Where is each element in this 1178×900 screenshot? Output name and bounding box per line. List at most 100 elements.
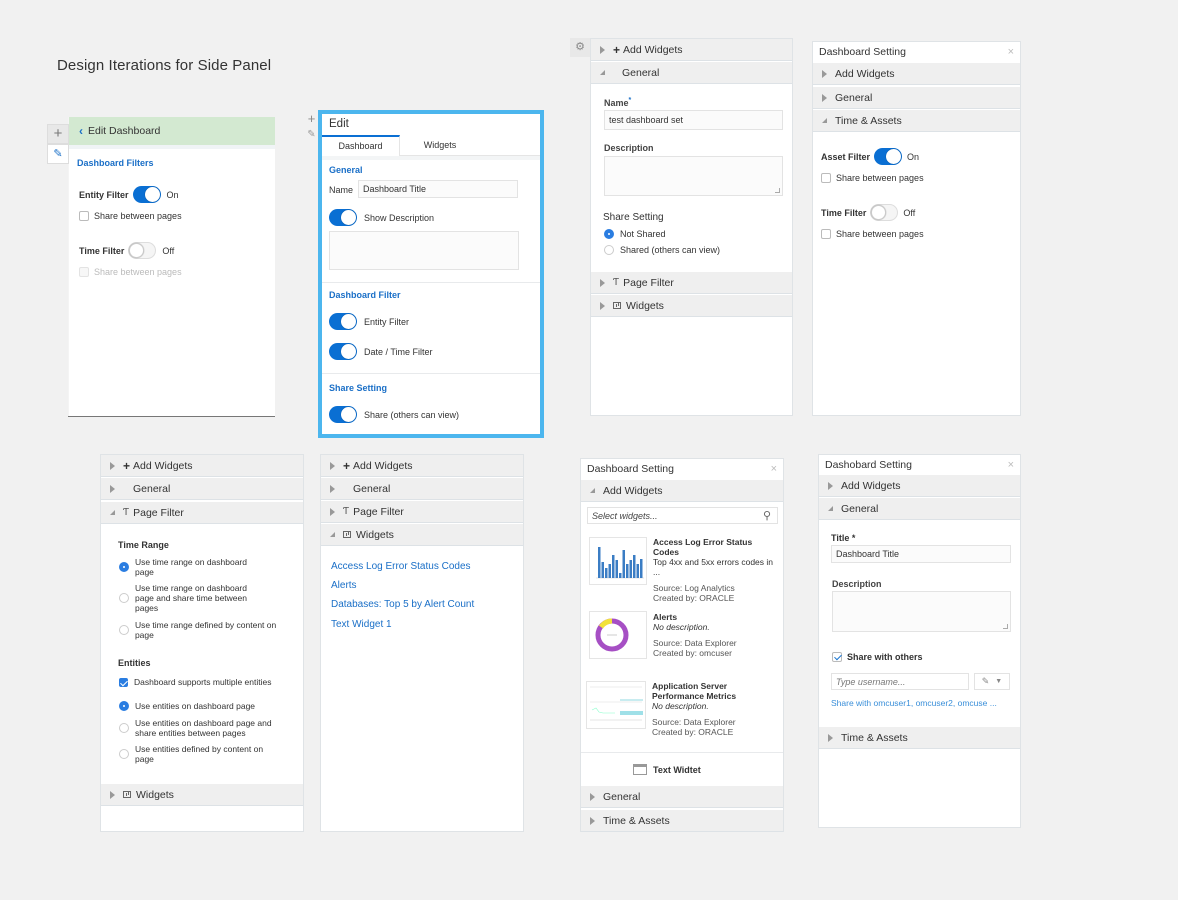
- widget-card[interactable]: Access Log Error Status Codes Top 4xx an…: [653, 537, 779, 603]
- radio-not-shared[interactable]: Not Shared: [604, 229, 666, 239]
- radio-label: Use time range on dashboard page: [135, 557, 247, 577]
- time-option-1[interactable]: Use time range on dashboard page: [119, 557, 279, 577]
- date-filter-toggle[interactable]: [329, 343, 357, 360]
- radio-button[interactable]: [604, 229, 614, 239]
- accordion-general[interactable]: General: [591, 62, 792, 84]
- tab-widgets[interactable]: Widgets: [400, 135, 480, 156]
- name-input[interactable]: test dashboard set: [604, 110, 783, 130]
- accordion-add-widgets[interactable]: + Add Widgets: [321, 455, 523, 477]
- close-icon[interactable]: ×: [1008, 46, 1014, 58]
- accordion-general[interactable]: General: [819, 498, 1020, 520]
- accordion-add-widgets[interactable]: Add Widgets: [813, 63, 1020, 85]
- accordion-page-filter[interactable]: Ƭ Page Filter: [101, 502, 303, 524]
- accordion-add-widgets[interactable]: + Add Widgets: [591, 39, 792, 61]
- time-filter-toggle[interactable]: [870, 204, 899, 221]
- time-share-checkbox[interactable]: [79, 267, 89, 277]
- tab-dashboard[interactable]: Dashboard: [322, 135, 400, 156]
- accordion-add-widgets[interactable]: Add Widgets: [581, 480, 783, 502]
- widget-thumbnail-donut[interactable]: [589, 611, 647, 659]
- multi-entities-checkbox[interactable]: [119, 677, 128, 687]
- widget-link[interactable]: Text Widget 1: [331, 619, 392, 630]
- time-filter-toggle[interactable]: [128, 242, 157, 259]
- entity-option-1[interactable]: Use entities on dashboard page: [119, 701, 289, 711]
- rail-edit-button[interactable]: ✎: [47, 144, 69, 164]
- multi-entities-row[interactable]: Dashboard supports multiple entities: [119, 677, 272, 687]
- time-option-3[interactable]: Use time range defined by content on pag…: [119, 620, 279, 640]
- entity-option-2[interactable]: Use entities on dashboard page and share…: [119, 718, 289, 738]
- permission-dropdown[interactable]: ✎ ▼: [974, 673, 1010, 690]
- entity-option-3[interactable]: Use entities defined by content on page: [119, 744, 289, 764]
- plus-icon: +: [613, 42, 621, 57]
- rail-add-button[interactable]: +: [47, 124, 69, 144]
- widget-description: No description.: [653, 622, 710, 632]
- radio-button[interactable]: [119, 625, 129, 635]
- entity-share-checkbox[interactable]: [79, 211, 89, 221]
- accordion-time-assets[interactable]: Time & Assets: [819, 727, 1020, 749]
- radio-button[interactable]: [604, 245, 614, 255]
- accordion-widgets[interactable]: Widgets: [591, 295, 792, 317]
- entity-filter-toggle[interactable]: [132, 186, 161, 203]
- asset-share-checkbox[interactable]: [821, 173, 831, 183]
- accordion-label: General: [622, 66, 660, 79]
- widget-link[interactable]: Databases: Top 5 by Alert Count: [331, 599, 474, 610]
- accordion-general[interactable]: General: [813, 87, 1020, 109]
- description-textarea[interactable]: [329, 231, 519, 270]
- widget-card[interactable]: Application Server Performance Metrics N…: [652, 681, 778, 737]
- widget-link[interactable]: Alerts: [331, 580, 357, 591]
- accordion-page-filter[interactable]: Ƭ Page Filter: [591, 272, 792, 294]
- close-icon[interactable]: ×: [1008, 459, 1014, 471]
- close-icon[interactable]: ×: [771, 463, 777, 475]
- share-with-others-row[interactable]: Share with others: [832, 652, 923, 662]
- description-textarea[interactable]: [832, 591, 1011, 632]
- accordion-time-assets[interactable]: Time & Assets: [581, 810, 783, 832]
- rail-edit-button[interactable]: ✎: [305, 128, 318, 142]
- accordion-add-widgets[interactable]: + Add Widgets: [101, 455, 303, 477]
- title-input[interactable]: Dashboard Title: [831, 545, 1011, 563]
- accordion-widgets[interactable]: Widgets: [321, 524, 523, 546]
- radio-button[interactable]: [119, 723, 129, 733]
- expand-arrow-icon: [590, 792, 595, 801]
- expand-arrow-icon: [822, 93, 827, 102]
- widget-search-input[interactable]: Select widgets... ⚲: [587, 507, 778, 524]
- asset-filter-toggle[interactable]: [874, 148, 903, 165]
- collapse-arrow-icon: [828, 506, 833, 511]
- accordion-general[interactable]: General: [581, 786, 783, 808]
- radio-button[interactable]: [119, 701, 129, 711]
- radio-button[interactable]: [119, 562, 129, 572]
- divider: [322, 373, 540, 374]
- radio-button[interactable]: [119, 593, 129, 603]
- accordion-widgets[interactable]: Widgets: [101, 784, 303, 806]
- time-option-2[interactable]: Use time range on dashboard page and sha…: [119, 583, 279, 613]
- accordion-general[interactable]: General: [321, 478, 523, 500]
- expand-arrow-icon: [600, 278, 605, 287]
- rail-add-button[interactable]: +: [305, 112, 318, 126]
- accordion-page-filter[interactable]: Ƭ Page Filter: [321, 501, 523, 523]
- name-input[interactable]: Dashboard Title: [358, 180, 518, 198]
- accordion-label: General: [841, 502, 879, 515]
- divider: [322, 156, 540, 160]
- accordion-add-widgets[interactable]: Add Widgets: [819, 475, 1020, 497]
- time-share-checkbox[interactable]: [821, 229, 831, 239]
- widget-thumbnail-bar-chart[interactable]: [589, 537, 647, 585]
- share-with-others-checkbox[interactable]: [832, 652, 842, 662]
- radio-shared[interactable]: Shared (others can view): [604, 245, 720, 255]
- settings-rail-button[interactable]: ⚙: [570, 38, 590, 57]
- widget-link[interactable]: Access Log Error Status Codes: [331, 561, 471, 572]
- show-description-toggle[interactable]: [329, 209, 357, 226]
- description-textarea[interactable]: [604, 156, 783, 196]
- accordion-general[interactable]: General: [101, 478, 303, 500]
- share-toggle[interactable]: [329, 406, 357, 423]
- radio-button[interactable]: [119, 749, 129, 759]
- share-with-link[interactable]: Share with omcuser1, omcuser2, omcuse ..…: [831, 698, 997, 708]
- radio-label: Use time range on dashboard page and sha…: [135, 583, 247, 613]
- widget-card[interactable]: Alerts No description. Source: Data Expl…: [653, 612, 779, 658]
- widget-thumbnail-line-chart[interactable]: [586, 681, 646, 729]
- radio-label: Use time range defined by content on pag…: [134, 620, 277, 640]
- text-widget-item[interactable]: Text Widtet: [633, 764, 701, 775]
- entity-filter-toggle[interactable]: [329, 313, 357, 330]
- search-icon[interactable]: ⚲: [763, 509, 771, 522]
- back-chevron-icon[interactable]: ‹: [79, 124, 83, 138]
- username-input[interactable]: Type username...: [831, 673, 969, 690]
- accordion-time-assets[interactable]: Time & Assets: [813, 110, 1020, 132]
- accordion-label: General: [133, 482, 171, 495]
